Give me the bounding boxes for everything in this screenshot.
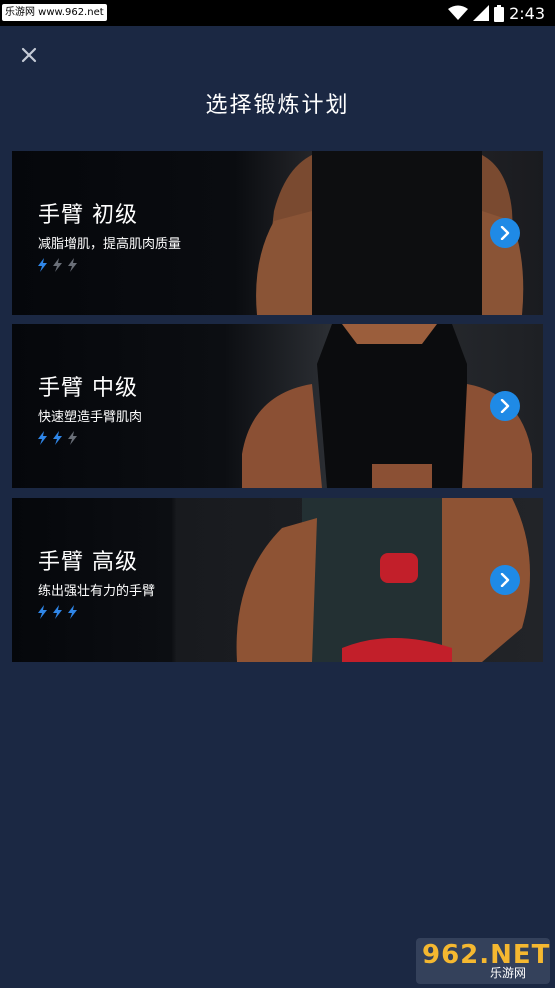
wifi-icon (448, 5, 469, 20)
bolt-icon-active (38, 431, 47, 445)
close-icon (21, 47, 37, 63)
plan-subtitle: 练出强壮有力的手臂 (38, 584, 156, 599)
plan-card-beginner[interactable]: 手臂 初级 减脂增肌，提高肌肉质量 (12, 151, 543, 315)
plan-subtitle: 减脂增肌，提高肌肉质量 (38, 237, 182, 252)
chevron-right-icon (500, 399, 510, 413)
battery-icon (494, 4, 505, 22)
plan-title: 手臂 高级 (38, 550, 138, 575)
watermark-site-name: 乐游网 (490, 966, 527, 980)
bolt-icon-inactive (68, 258, 77, 272)
status-icons: 2:43 (448, 0, 545, 26)
plan-card-advanced[interactable]: 手臂 高级 练出强壮有力的手臂 (12, 498, 543, 662)
close-button[interactable] (16, 42, 42, 68)
watermark-logo-text: 962.NET (422, 940, 551, 970)
page-title: 选择锻炼计划 (205, 93, 350, 118)
difficulty-level (36, 431, 79, 445)
chevron-right-icon (500, 226, 510, 240)
bolt-icon-active (38, 258, 47, 272)
watermark-logo: 962.NET 乐游网 (416, 938, 550, 984)
open-plan-button[interactable] (490, 565, 520, 595)
bolt-icon-active (68, 605, 77, 619)
signal-icon (473, 5, 490, 21)
bolt-icon-active (53, 605, 62, 619)
bolt-icon-inactive (53, 258, 62, 272)
difficulty-level (36, 605, 79, 619)
plan-subtitle: 快速塑造手臂肌肉 (38, 410, 143, 425)
watermark-label: 乐游网 www.962.net (2, 4, 107, 21)
plan-card-intermediate[interactable]: 手臂 中级 快速塑造手臂肌肉 (12, 324, 543, 488)
status-time: 2:43 (509, 3, 545, 23)
difficulty-level (36, 258, 79, 272)
bolt-icon-inactive (68, 431, 77, 445)
open-plan-button[interactable] (490, 218, 520, 248)
open-plan-button[interactable] (490, 391, 520, 421)
plan-title: 手臂 初级 (38, 203, 138, 228)
plan-title: 手臂 中级 (38, 376, 138, 401)
status-bar: 乐游网 www.962.net 2:43 (0, 0, 555, 26)
bolt-icon-active (53, 431, 62, 445)
chevron-right-icon (500, 573, 510, 587)
bolt-icon-active (38, 605, 47, 619)
